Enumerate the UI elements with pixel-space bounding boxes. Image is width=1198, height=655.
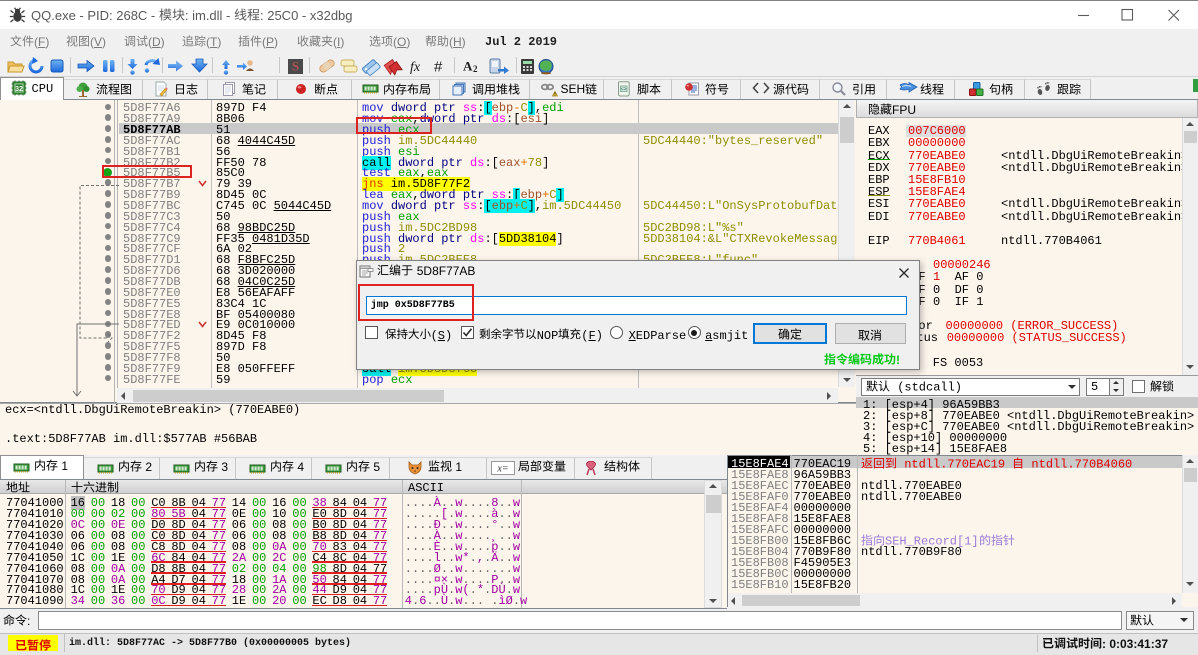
svg-text:fx: fx [410, 60, 421, 75]
svg-text:S: S [292, 59, 299, 74]
svg-text:2: 2 [473, 64, 478, 74]
svg-text:<>: <> [620, 86, 626, 92]
svg-text:32: 32 [15, 86, 23, 93]
svg-text:x=: x= [496, 464, 508, 475]
svg-text:#: # [434, 59, 443, 76]
svg-text:A: A [463, 59, 473, 74]
